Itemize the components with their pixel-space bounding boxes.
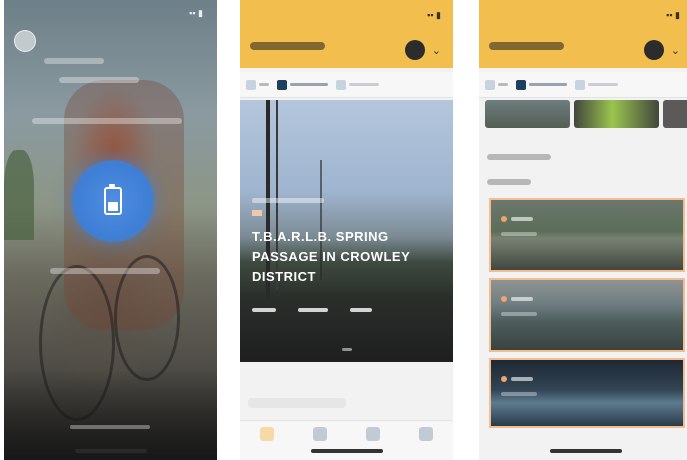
- blurred-action[interactable]: [350, 308, 372, 312]
- tab-icon: [516, 79, 526, 90]
- bottom-gradient: [4, 370, 217, 460]
- profile-avatar[interactable]: [405, 40, 425, 60]
- status-icons: ▪▪ ▮: [427, 10, 441, 20]
- tab-icon: [246, 79, 256, 90]
- tab-icon: [336, 79, 346, 90]
- blurred-kicker-text: [252, 198, 324, 203]
- blurred-tab-label: [588, 83, 618, 86]
- blurred-text-line: [70, 425, 150, 429]
- tab-icon: [575, 79, 585, 90]
- tab-3[interactable]: [575, 79, 618, 90]
- status-icons: ▪▪ ▮: [189, 8, 203, 18]
- thumbnail-strip: [485, 100, 687, 128]
- card-caption: [501, 376, 533, 382]
- blurred-tab-label: [498, 83, 508, 86]
- collection-card[interactable]: [489, 198, 685, 272]
- subsection-label: [487, 179, 531, 185]
- blurred-action[interactable]: [298, 308, 328, 312]
- thumbnail[interactable]: [663, 100, 687, 128]
- blurred-text-line: [44, 58, 104, 64]
- blurred-caption: [511, 297, 533, 301]
- blurred-caption: [511, 217, 533, 221]
- home-indicator: [74, 449, 147, 453]
- header-title-placeholder: [250, 42, 325, 50]
- blurred-action[interactable]: [252, 308, 276, 312]
- app-header: ▪▪ ▮ ⌄: [240, 0, 453, 68]
- blurred-text-line: [59, 77, 139, 83]
- trees-image-region: [4, 150, 34, 240]
- story-title: T.B.A.R.L.B. SPRING PASSAGE IN CROWLEY D…: [252, 229, 411, 284]
- bookmark-icon[interactable]: [366, 427, 381, 441]
- blurred-subcaption: [501, 312, 537, 316]
- dot-icon: [501, 296, 507, 302]
- tab-2[interactable]: [516, 79, 567, 90]
- section-label: [248, 398, 346, 408]
- thumbnail[interactable]: [485, 100, 571, 128]
- collection-card[interactable]: [489, 358, 685, 428]
- blurred-tab-label: [349, 83, 379, 86]
- status-bar: ▪▪ ▮: [491, 10, 680, 21]
- status-bar: ▪▪ ▮: [252, 10, 441, 21]
- blurred-tab-label: [290, 83, 328, 86]
- screen-collection-list: ▪▪ ▮ ⌄: [479, 0, 687, 460]
- dot-icon: [501, 216, 507, 222]
- tab-3[interactable]: [336, 79, 379, 90]
- blurred-subcaption: [501, 232, 537, 236]
- home-indicator: [310, 449, 383, 453]
- bottom-navigation: [240, 420, 453, 460]
- app-header: ▪▪ ▮ ⌄: [479, 0, 687, 68]
- blurred-tab-label: [529, 83, 567, 86]
- category-tabs: [240, 72, 453, 98]
- blurred-text-line: [32, 118, 182, 124]
- thumbnail[interactable]: [574, 100, 660, 128]
- story-tag: [252, 210, 262, 216]
- header-title-placeholder: [489, 42, 564, 50]
- chevron-down-icon[interactable]: ⌄: [432, 44, 441, 57]
- status-bar: ▪▪ ▮: [18, 8, 203, 19]
- tab-icon: [277, 79, 287, 90]
- tab-1[interactable]: [246, 79, 269, 90]
- category-tabs: [479, 72, 687, 98]
- home-indicator: [549, 449, 622, 453]
- profile-avatar[interactable]: [644, 40, 664, 60]
- explore-icon[interactable]: [312, 427, 327, 441]
- featured-story-card[interactable]: T.B.A.R.L.B. SPRING PASSAGE IN CROWLEY D…: [240, 100, 453, 362]
- blurred-tab-label: [259, 83, 269, 86]
- chevron-down-icon[interactable]: ⌄: [671, 44, 680, 57]
- dot-icon: [501, 376, 507, 382]
- home-icon[interactable]: [259, 427, 274, 441]
- screen-cyclist-hero: ▪▪ ▮: [4, 0, 217, 460]
- story-actions: [252, 308, 372, 312]
- card-caption: [501, 216, 533, 222]
- tab-2[interactable]: [277, 79, 328, 90]
- blurred-text-line: [50, 268, 160, 274]
- blurred-subcaption: [501, 392, 537, 396]
- tab-1[interactable]: [485, 79, 508, 90]
- screen-featured-story: ▪▪ ▮ ⌄ T.B.A.R.L.B. SPRING PASSAGE IN CR…: [240, 0, 453, 460]
- profile-avatar[interactable]: [14, 30, 36, 52]
- card-caption: [501, 296, 533, 302]
- carousel-indicator: [341, 348, 352, 351]
- collection-card[interactable]: [489, 278, 685, 352]
- profile-icon[interactable]: [419, 427, 434, 441]
- tab-icon: [485, 79, 495, 90]
- status-icons: ▪▪ ▮: [666, 10, 680, 20]
- blurred-caption: [511, 377, 533, 381]
- battery-icon: [104, 184, 122, 215]
- battery-action-button[interactable]: [72, 160, 154, 242]
- section-label: [487, 154, 551, 160]
